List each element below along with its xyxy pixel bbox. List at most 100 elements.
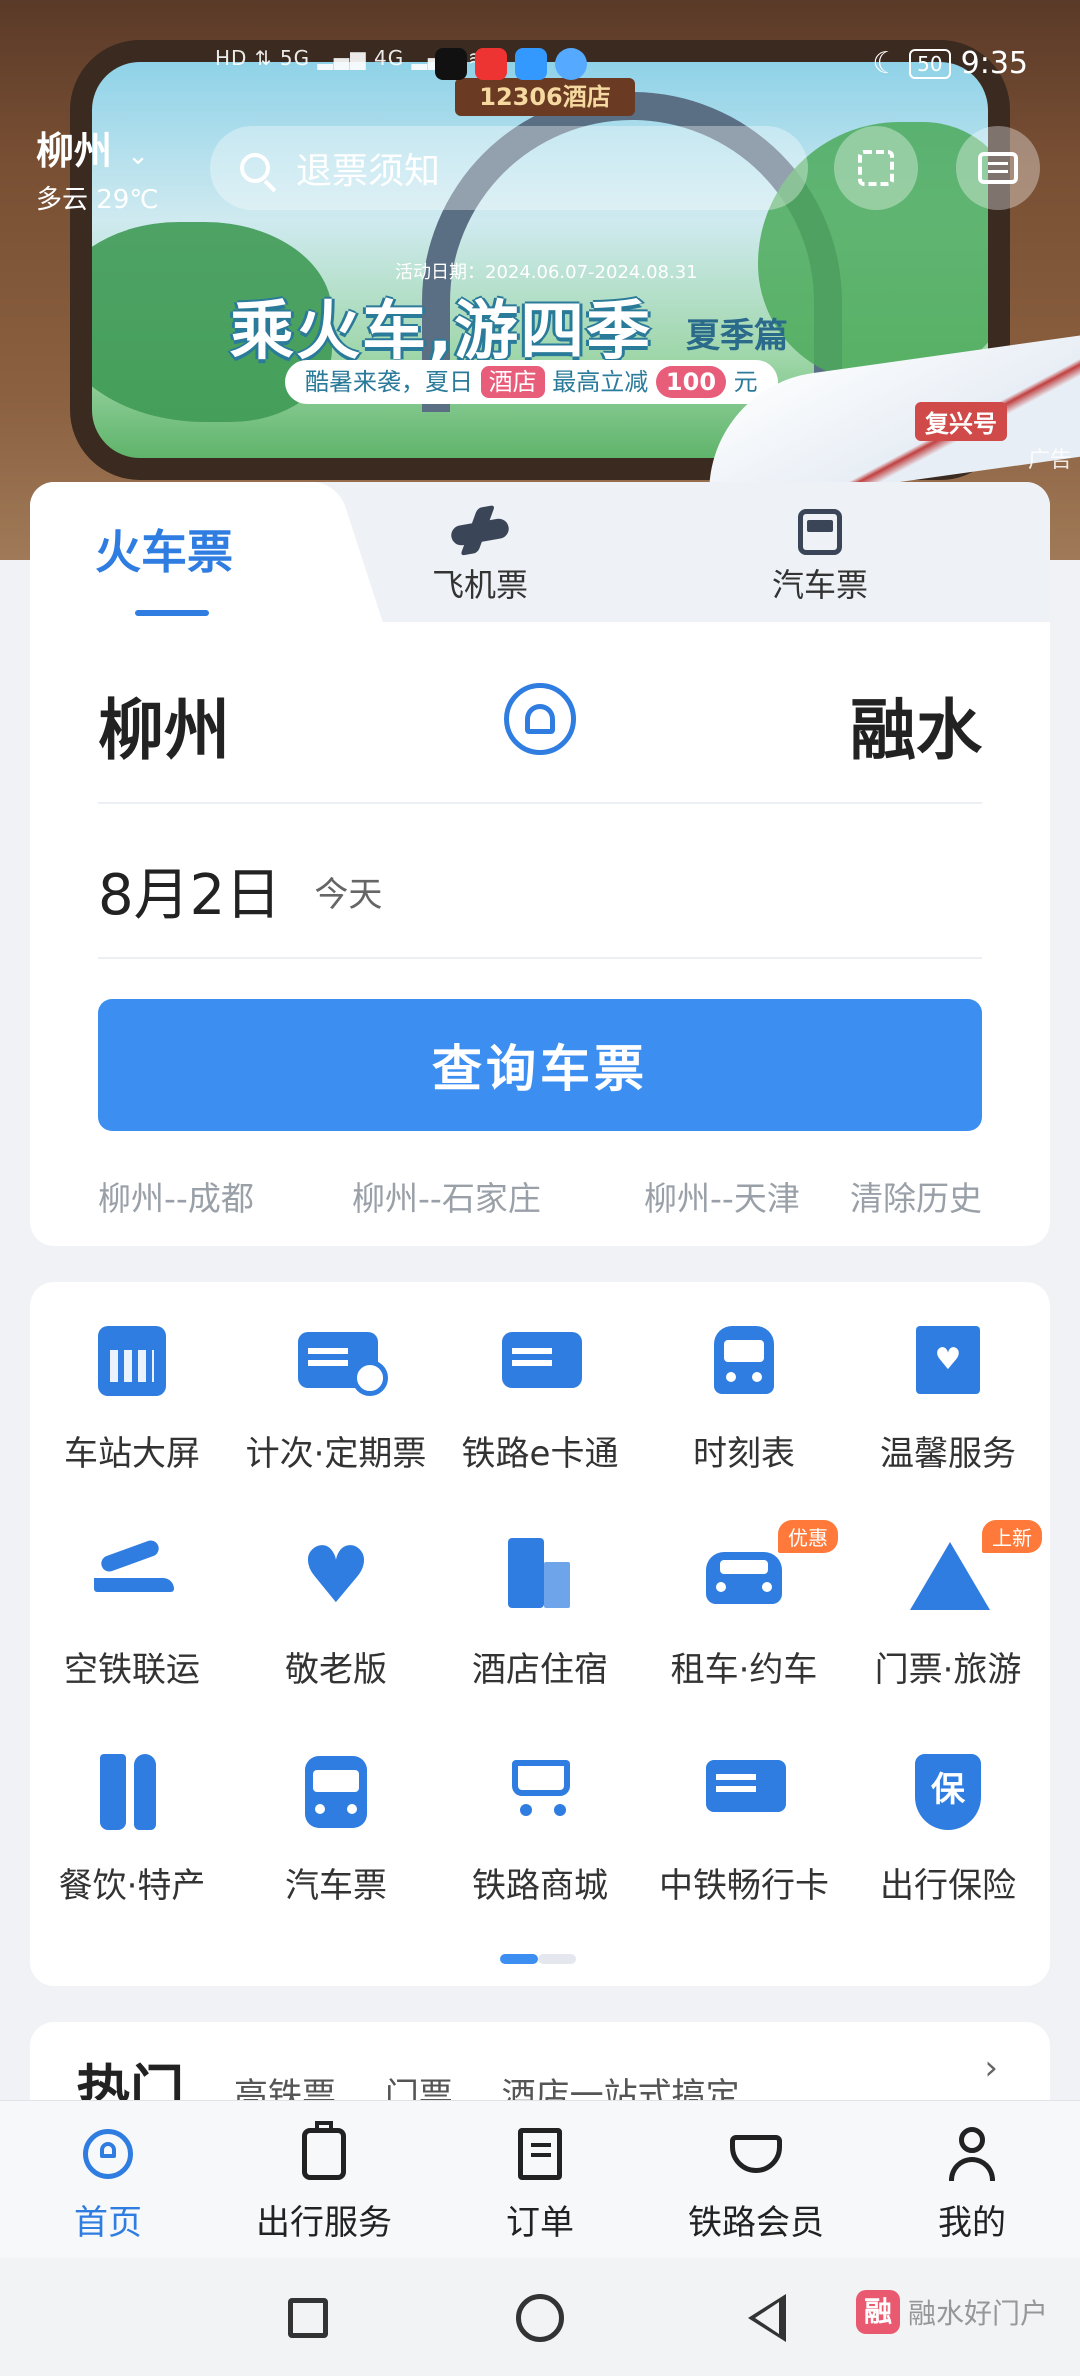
service-hotel[interactable]: 酒店住宿 — [438, 1498, 642, 1698]
status-right: ☾ 50 9:35 — [872, 46, 1028, 81]
service-station-screen[interactable]: 车站大屏 — [30, 1282, 234, 1482]
services-grid: 车站大屏 计次·定期票 铁路e卡通 时刻表 温馨服务 空铁联运 ♥ 敬老版 酒店… — [30, 1282, 1050, 1986]
tab-flight-ticket[interactable]: 飞机票 — [390, 510, 570, 606]
page-dot — [538, 1954, 576, 1964]
service-rail-mall[interactable]: 铁路商城 — [438, 1714, 642, 1914]
divider — [98, 957, 982, 959]
tab-orders[interactable]: 订单 — [440, 2125, 640, 2244]
cart-icon — [502, 1754, 578, 1818]
tab-profile[interactable]: 我的 — [872, 2125, 1072, 2244]
service-label: 门票·旅游 — [874, 1650, 1022, 1690]
service-bus-ticket[interactable]: 汽车票 — [234, 1714, 438, 1914]
scan-button[interactable] — [834, 126, 918, 210]
history-item[interactable]: 柳州--天津 — [644, 1172, 814, 1220]
service-timetable[interactable]: 时刻表 — [642, 1282, 846, 1482]
browser-app-icon — [555, 48, 587, 80]
cloud-app-icon — [515, 48, 547, 80]
calendar-icon — [98, 1326, 166, 1396]
divider — [98, 802, 982, 804]
search-input[interactable]: 退票须知 — [210, 126, 808, 210]
ad-label: 广告 — [1027, 448, 1072, 473]
service-food[interactable]: 餐饮·特产 — [30, 1714, 234, 1914]
service-label: 餐饮·特产 — [58, 1866, 206, 1906]
tab-label: 出行服务 — [256, 2203, 392, 2243]
bottom-tab-bar: 首页 出行服务 订单 铁路会员 我的 — [0, 2100, 1080, 2259]
banner-subtitle: 夏季篇 — [686, 316, 788, 356]
service-label: 计次·定期票 — [245, 1434, 427, 1474]
service-tickets-travel[interactable]: 上新 门票·旅游 — [846, 1498, 1050, 1698]
search-tickets-button[interactable]: 查询车票 — [98, 999, 982, 1131]
departure-date[interactable]: 8月2日 — [98, 863, 281, 928]
service-label: 时刻表 — [693, 1434, 795, 1474]
service-rail-ecard[interactable]: 铁路e卡通 — [438, 1282, 642, 1482]
history-item[interactable]: 柳州--石家庄 — [352, 1172, 541, 1220]
route-selector: 柳州 融水 — [98, 677, 982, 787]
luggage-icon — [302, 2121, 346, 2180]
service-label: 空铁联运 — [64, 1650, 200, 1690]
recent-apps-button[interactable] — [288, 2298, 328, 2338]
swap-stations-button[interactable] — [504, 683, 576, 755]
arrival-station[interactable]: 融水 — [850, 677, 982, 773]
scan-icon — [858, 150, 894, 186]
clock: 9:35 — [960, 46, 1028, 81]
tiktok-icon — [435, 48, 467, 80]
departure-station[interactable]: 柳州 — [98, 677, 230, 773]
ticket-booking-card: 火车票 飞机票 汽车票 柳州 融水 8月2日 今天 查询车票 柳州--成都 柳州… — [30, 482, 1050, 1246]
diamond-icon — [730, 2135, 782, 2173]
service-label: 出行保险 — [880, 1866, 1016, 1906]
promo-amount: 100 — [655, 366, 727, 398]
service-travel-card[interactable]: 中铁畅行卡 — [642, 1714, 846, 1914]
tab-home[interactable]: 首页 — [8, 2125, 208, 2244]
service-air-rail[interactable]: 空铁联运 — [30, 1498, 234, 1698]
bus-icon — [305, 1756, 367, 1828]
back-button[interactable] — [748, 2294, 786, 2342]
service-caring[interactable]: 温馨服务 — [846, 1282, 1050, 1482]
current-city[interactable]: 柳州 — [36, 129, 112, 173]
watermark-text: 融水好门户 — [908, 2297, 1049, 2330]
card-train-icon — [706, 1760, 786, 1812]
service-label: 敬老版 — [285, 1650, 387, 1690]
book-app-icon — [475, 48, 507, 80]
chevron-right-icon[interactable]: › — [984, 2048, 998, 2088]
service-car-rental[interactable]: 优惠 租车·约车 — [642, 1498, 846, 1698]
tab-travel-service[interactable]: 出行服务 — [224, 2121, 424, 2244]
home-button[interactable] — [516, 2294, 564, 2342]
tab-label: 首页 — [74, 2203, 142, 2243]
train-icon — [714, 1326, 774, 1394]
page-dot-active — [500, 1954, 538, 1964]
fork-knife-icon — [94, 1754, 164, 1830]
tab-label: 订单 — [506, 2203, 574, 2243]
user-icon — [947, 2127, 997, 2181]
plane-icon — [449, 517, 511, 547]
ticket-type-tabs: 火车票 飞机票 汽车票 — [30, 482, 1050, 622]
location-selector[interactable]: 柳州 ⌄ 多云 29℃ — [36, 120, 159, 216]
tab-membership[interactable]: 铁路会员 — [656, 2125, 856, 2244]
service-label: 租车·约车 — [670, 1650, 818, 1690]
tab-label: 铁路会员 — [688, 2203, 824, 2243]
service-elderly-mode[interactable]: ♥ 敬老版 — [234, 1498, 438, 1698]
search-placeholder: 退票须知 — [296, 151, 441, 192]
hotel-icon — [502, 1538, 572, 1608]
clear-history-button[interactable]: 清除历史 — [850, 1172, 982, 1220]
tab-train-ticket-label[interactable]: 火车票 — [95, 516, 233, 582]
notification-app-icons — [435, 48, 587, 80]
chevron-down-icon[interactable]: ⌄ — [127, 141, 149, 171]
ticket-clock-icon — [298, 1332, 388, 1396]
car-icon — [706, 1552, 782, 1604]
date-note: 今天 — [314, 875, 383, 915]
banner-promo-text: 酷暑来袭，夏日 酒店 最高立减 100 元 — [285, 360, 778, 404]
service-insurance[interactable]: 保 出行保险 — [846, 1714, 1050, 1914]
message-button[interactable] — [956, 126, 1040, 210]
history-item[interactable]: 柳州--成都 — [98, 1172, 254, 1220]
date-selector[interactable]: 8月2日 今天 — [98, 850, 382, 931]
search-icon — [240, 153, 270, 183]
promo-unit: 元 — [733, 368, 758, 396]
service-label: 车站大屏 — [64, 1434, 200, 1474]
home-icon — [83, 2129, 133, 2179]
weather-text: 多云 29℃ — [36, 185, 159, 215]
tab-bus-ticket[interactable]: 汽车票 — [730, 509, 910, 606]
shield-icon: 保 — [915, 1754, 981, 1830]
page-indicator — [500, 1954, 580, 1964]
heart-icon: ♥ — [301, 1531, 371, 1621]
service-periodic-ticket[interactable]: 计次·定期票 — [234, 1282, 438, 1482]
